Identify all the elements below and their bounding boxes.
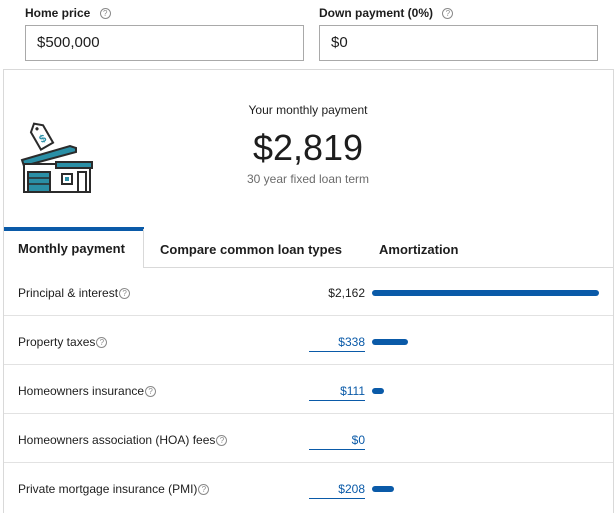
tab-compare-loan-types[interactable]: Compare common loan types (160, 229, 342, 270)
breakdown-bar (372, 486, 394, 492)
down-payment-label: Down payment (0%) ? (319, 6, 454, 20)
summary-panel-right-border (613, 69, 614, 513)
help-circle-icon[interactable]: ? (216, 435, 228, 447)
breakdown-amount-input[interactable]: $338 (309, 335, 365, 352)
house-price-tag-icon: $ (18, 118, 96, 196)
row-divider (4, 413, 613, 414)
monthly-payment-amount: $2,819 (252, 127, 364, 168)
row-divider (4, 462, 613, 463)
breakdown-label: Principal & interest? (18, 286, 131, 300)
help-circle-icon[interactable]: ? (96, 337, 108, 349)
monthly-payment-caption: Your monthly payment (248, 103, 368, 117)
help-circle-icon[interactable]: ? (119, 288, 131, 300)
breakdown-label: Private mortgage insurance (PMI)? (18, 482, 210, 496)
summary-panel-left-border (3, 69, 4, 513)
summary-panel-divider (3, 69, 614, 70)
help-circle-icon[interactable]: ? (145, 386, 157, 398)
breakdown-bar (372, 388, 384, 394)
breakdown-amount-input[interactable]: $0 (309, 433, 365, 450)
tab-monthly-payment[interactable]: Monthly payment (4, 227, 144, 268)
help-circle-icon[interactable]: ? (99, 8, 111, 20)
breakdown-amount: $2,162 (328, 286, 365, 300)
breakdown-amount-input[interactable]: $111 (309, 384, 365, 401)
breakdown-amount-input[interactable]: $208 (309, 482, 365, 499)
breakdown-bar (372, 290, 599, 296)
help-circle-icon[interactable]: ? (198, 484, 210, 496)
down-payment-input[interactable]: $0 (319, 25, 598, 61)
loan-term-text: 30 year fixed loan term (246, 172, 370, 186)
row-divider (4, 315, 613, 316)
help-circle-icon[interactable]: ? (442, 8, 454, 20)
home-price-input[interactable]: $500,000 (25, 25, 304, 61)
breakdown-label: Homeowners association (HOA) fees? (18, 433, 228, 447)
breakdown-label: Property taxes? (18, 335, 108, 349)
row-divider (4, 364, 613, 365)
tab-active-right-border (143, 229, 144, 268)
breakdown-bar (372, 339, 408, 345)
breakdown-label: Homeowners insurance? (18, 384, 157, 398)
tab-amortization[interactable]: Amortization (379, 229, 458, 270)
home-price-label: Home price ? (25, 6, 111, 20)
